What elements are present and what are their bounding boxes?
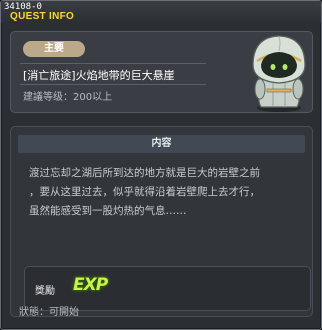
- quest-type-badge: 主要: [23, 41, 85, 57]
- quest-header-panel: 主要 [消亡旅途]火焰地带的巨大悬崖 建議等级：200以上: [10, 31, 313, 113]
- exp-icon[interactable]: EXP: [73, 275, 108, 295]
- content-header: 内容: [18, 135, 305, 153]
- quest-description: 渡过忘却之湖后所到达的地方就是巨大的岩壁之前 ，要从这里过去，似乎就得沿着岩壁爬…: [29, 164, 260, 221]
- quest-status: 狀態：可開始: [19, 307, 79, 318]
- description-line: 渡过忘却之湖后所到达的地方就是巨大的岩壁之前: [29, 167, 260, 179]
- quest-name: [消亡旅途]火焰地带的巨大悬崖: [23, 69, 175, 82]
- reward-label: 獎勵: [35, 286, 55, 297]
- description-line: 虽然能感受到一股灼热的气息……: [29, 205, 187, 217]
- level-requirement: 建議等级：200以上: [23, 92, 113, 103]
- window-title: QUEST INFO: [10, 11, 75, 22]
- description-line: ，要从这里过去，似乎就得沿着岩壁爬上去才行，: [29, 186, 260, 198]
- window-titlebar[interactable]: 34108-0 QUEST INFO: [1, 1, 321, 23]
- quest-info-window: 34108-0 QUEST INFO 主要 [消亡旅途]火焰地带的巨大悬崖 建議…: [0, 0, 322, 330]
- divider: [20, 63, 206, 64]
- npc-portrait-icon: [252, 35, 306, 112]
- divider: [20, 84, 206, 85]
- quest-content-panel: 内容 渡过忘却之湖后所到达的地方就是巨大的岩壁之前 ，要从这里过去，似乎就得沿着…: [10, 126, 313, 317]
